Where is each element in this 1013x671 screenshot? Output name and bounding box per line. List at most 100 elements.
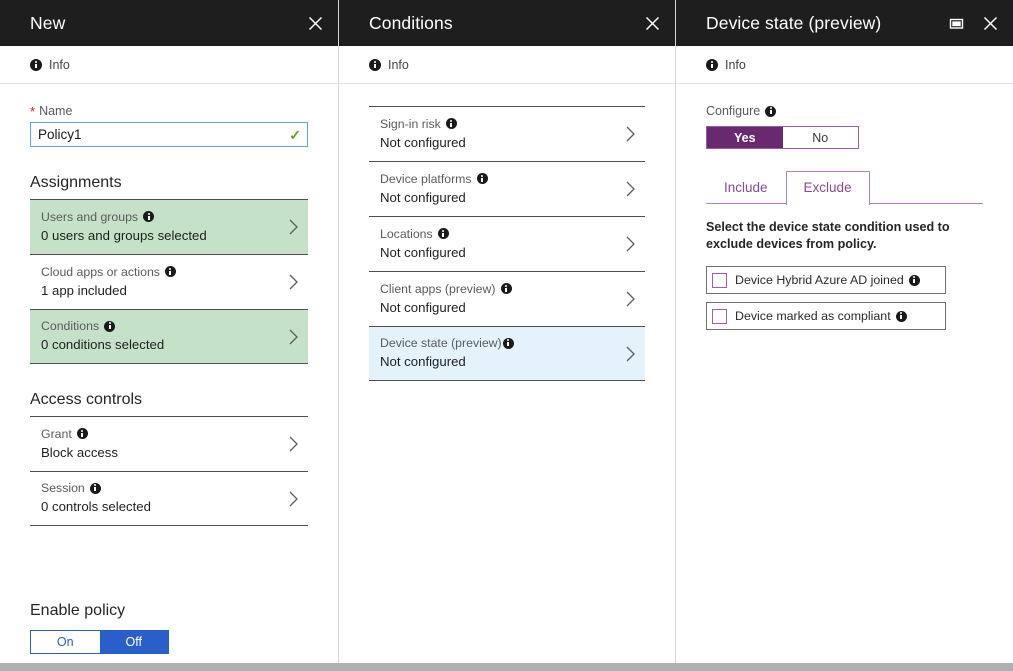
card-title: Sign-in risk (380, 117, 441, 131)
window-bottom-bar (0, 663, 1013, 671)
configure-toggle[interactable]: Yes No (706, 126, 859, 149)
include-exclude-tabs: Include Exclude (706, 171, 983, 204)
card-title: Device platforms (380, 172, 472, 186)
card-title-row: Device state (preview) (380, 336, 619, 350)
card-title: Users and groups (41, 210, 138, 224)
chevron-right-icon (288, 274, 299, 291)
checkbox-row-device-marked-as-compliant[interactable]: Device marked as compliant (706, 302, 946, 330)
card-grant[interactable]: Grant Block access (30, 416, 308, 471)
card-title-row: Sign-in risk (380, 117, 619, 131)
conditional-access-blades: New Info * Name Policy1 ✓ Assignments (0, 0, 1013, 671)
checkbox-label: Device marked as compliant (735, 309, 891, 323)
card-device-state-preview[interactable]: Device state (preview) Not configured (369, 326, 645, 381)
name-label-text: Name (39, 104, 72, 118)
info-icon[interactable] (165, 266, 176, 277)
chevron-right-icon (288, 219, 299, 236)
card-title-row: Session (41, 481, 282, 495)
required-marker: * (30, 105, 35, 118)
card-title: Cloud apps or actions (41, 265, 160, 279)
info-icon (706, 59, 718, 71)
name-input[interactable]: Policy1 ✓ (30, 122, 308, 147)
info-icon[interactable] (477, 173, 488, 184)
info-icon[interactable] (765, 106, 776, 117)
exclude-description: Select the device state condition used t… (706, 219, 983, 253)
info-label: Info (725, 58, 746, 72)
card-value: Not configured (380, 190, 619, 205)
configure-label-text: Configure (706, 104, 760, 118)
card-users-and-groups[interactable]: Users and groups 0 users and groups sele… (30, 199, 308, 254)
maximize-icon[interactable] (943, 10, 969, 36)
checkbox-row-device-hybrid-azure-ad-joined[interactable]: Device Hybrid Azure AD joined (706, 266, 946, 294)
tab-include[interactable]: Include (706, 171, 786, 203)
checkbox-icon[interactable] (712, 273, 727, 288)
info-icon (369, 59, 381, 71)
card-value: 1 app included (41, 283, 282, 298)
blade-new-info-row[interactable]: Info (0, 46, 338, 84)
card-sign-in-risk[interactable]: Sign-in risk Not configured (369, 106, 645, 161)
enable-policy-off-option[interactable]: Off (100, 631, 169, 653)
card-value: Not configured (380, 354, 619, 369)
chevron-right-icon (288, 436, 299, 453)
info-icon[interactable] (503, 338, 514, 349)
chevron-right-icon (625, 291, 636, 308)
card-title: Device state (preview) (380, 336, 502, 350)
checkbox-icon[interactable] (712, 309, 727, 324)
access-controls-card-list: Grant Block access Session 0 controls se… (30, 416, 308, 526)
chevron-right-icon (288, 490, 299, 507)
info-icon[interactable] (446, 118, 457, 129)
info-icon (30, 59, 42, 71)
blade-conditions-titlebar: Conditions (339, 0, 675, 46)
card-value: Not configured (380, 135, 619, 150)
info-icon[interactable] (438, 228, 449, 239)
blade-device-state-title: Device state (preview) (706, 13, 943, 34)
access-controls-heading: Access controls (30, 391, 308, 409)
chevron-right-icon (625, 181, 636, 198)
enable-policy-heading: Enable policy (30, 602, 169, 620)
info-icon[interactable] (896, 311, 907, 322)
close-icon[interactable] (639, 10, 665, 36)
card-title-row: Conditions (41, 319, 282, 333)
card-locations[interactable]: Locations Not configured (369, 216, 645, 271)
enable-policy-section: Enable policy On Off (30, 602, 169, 654)
card-value: Not configured (380, 300, 619, 315)
blade-device-state-titlebar: Device state (preview) (676, 0, 1013, 46)
info-icon[interactable] (501, 283, 512, 294)
info-icon[interactable] (104, 321, 115, 332)
blade-device-state-body: Configure Yes No Include Exclude Select … (676, 84, 1013, 671)
info-icon[interactable] (143, 211, 154, 222)
tab-exclude[interactable]: Exclude (786, 171, 870, 205)
conditions-card-list: Sign-in risk Not configured Device platf… (369, 106, 645, 381)
chevron-right-icon (625, 345, 636, 362)
card-title: Grant (41, 427, 72, 441)
close-icon[interactable] (302, 10, 328, 36)
info-icon[interactable] (90, 483, 101, 494)
card-title-row: Client apps (preview) (380, 282, 619, 296)
info-icon[interactable] (909, 275, 920, 286)
configure-label: Configure (706, 104, 983, 118)
card-title: Session (41, 481, 85, 495)
card-session[interactable]: Session 0 controls selected (30, 471, 308, 526)
blade-conditions-info-row[interactable]: Info (339, 46, 675, 84)
blade-device-state-info-row[interactable]: Info (676, 46, 1013, 84)
close-icon[interactable] (977, 10, 1003, 36)
card-cloud-apps-or-actions[interactable]: Cloud apps or actions 1 app included (30, 254, 308, 309)
enable-policy-toggle[interactable]: On Off (30, 630, 169, 654)
chevron-right-icon (625, 236, 636, 253)
blade-device-state: Device state (preview) Info Configure Ye… (675, 0, 1013, 671)
blade-new-body: * Name Policy1 ✓ Assignments Users and g… (0, 84, 338, 671)
blade-new-titlebar: New (0, 0, 338, 46)
card-device-platforms[interactable]: Device platforms Not configured (369, 161, 645, 216)
configure-no-option[interactable]: No (783, 127, 859, 148)
card-title-row: Cloud apps or actions (41, 265, 282, 279)
configure-yes-option[interactable]: Yes (707, 127, 783, 148)
assignments-heading: Assignments (30, 174, 308, 192)
card-title: Client apps (preview) (380, 282, 496, 296)
info-icon[interactable] (77, 428, 88, 439)
card-value: Block access (41, 445, 282, 460)
card-conditions[interactable]: Conditions 0 conditions selected (30, 309, 308, 364)
chevron-right-icon (288, 328, 299, 345)
card-title-row: Locations (380, 227, 619, 241)
enable-policy-on-option[interactable]: On (31, 631, 100, 653)
card-title-row: Device platforms (380, 172, 619, 186)
card-client-apps-preview[interactable]: Client apps (preview) Not configured (369, 271, 645, 326)
